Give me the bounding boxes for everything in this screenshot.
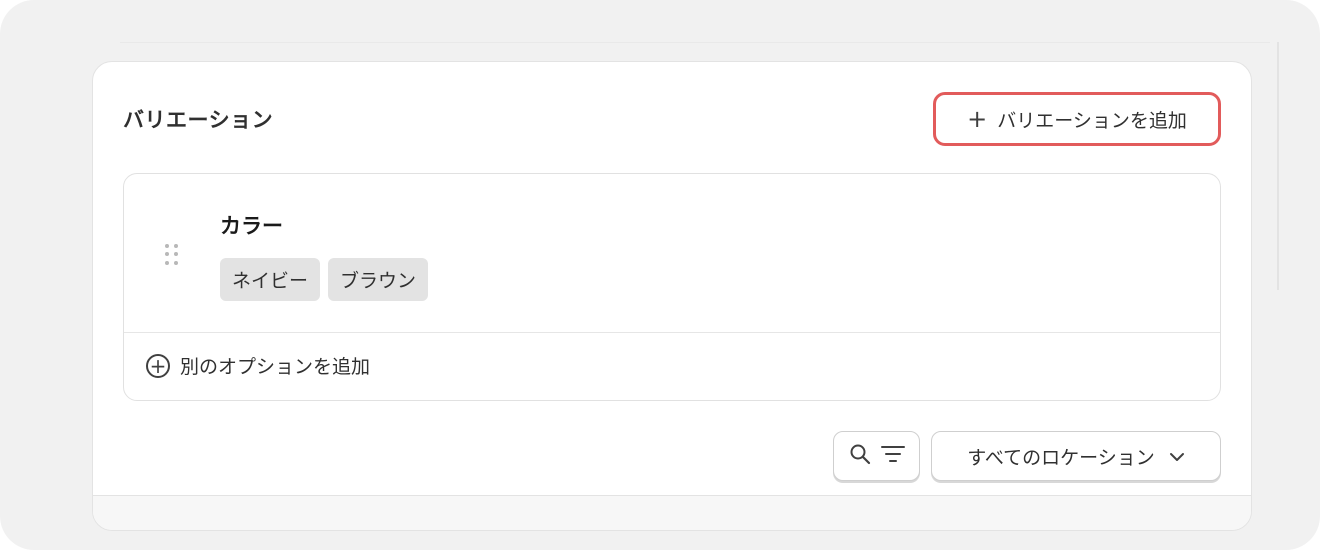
drag-handle-icon[interactable] xyxy=(165,244,179,266)
add-another-option-button[interactable]: + 別のオプションを追加 xyxy=(146,352,370,379)
search-icon xyxy=(849,443,871,469)
circle-plus-icon: + xyxy=(146,353,170,378)
variations-card: バリエーション + バリエーションを追加 カラー ネイビー ブラウン + 別のオ… xyxy=(92,61,1252,531)
table-header-strip xyxy=(93,495,1251,530)
option-value-tag: ブラウン xyxy=(328,258,429,301)
chevron-down-icon xyxy=(1169,445,1185,467)
option-values: ネイビー ブラウン xyxy=(220,258,429,301)
filter-icon xyxy=(880,444,905,468)
location-select[interactable]: すべてのロケーション xyxy=(931,431,1221,481)
divider xyxy=(124,332,1220,333)
app-frame: バリエーション + バリエーションを追加 カラー ネイビー ブラウン + 別のオ… xyxy=(0,0,1320,550)
plus-icon: + xyxy=(967,105,988,133)
add-variation-label: バリエーションを追加 xyxy=(997,109,1187,132)
option-value-tag: ネイビー xyxy=(220,258,321,301)
add-variation-button[interactable]: + バリエーションを追加 xyxy=(933,92,1221,146)
scrollbar[interactable] xyxy=(1277,42,1279,290)
card-title: バリエーション xyxy=(123,108,274,132)
add-option-label: 別のオプションを追加 xyxy=(180,356,371,378)
location-select-value: すべてのロケーション xyxy=(967,446,1155,469)
search-filter-button[interactable] xyxy=(833,431,920,481)
background-divider xyxy=(120,42,1270,43)
option-panel: カラー ネイビー ブラウン + 別のオプションを追加 xyxy=(123,173,1221,401)
option-name: カラー xyxy=(220,214,283,238)
